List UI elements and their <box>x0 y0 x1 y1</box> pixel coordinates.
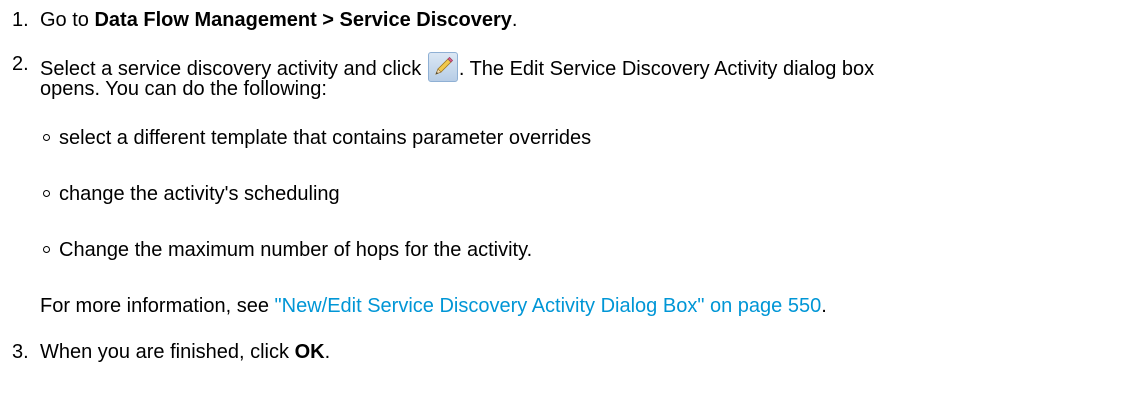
step-text: Go to Data Flow Management > Service Dis… <box>40 8 517 32</box>
option-text: Change the maximum number of hops for th… <box>59 239 533 261</box>
step-text: When you are finished, click OK. <box>40 340 330 364</box>
option-text: select a different template that contain… <box>59 127 592 149</box>
step-text-suffix: . The Edit Service Discovery Activity di… <box>458 58 875 80</box>
more-info-link[interactable]: "New/Edit Service Discovery Activity Dia… <box>275 295 822 317</box>
step-text-suffix: . <box>324 341 331 363</box>
ok-button-label: OK <box>294 341 325 363</box>
step-text-prefix: Go to <box>40 9 95 31</box>
step-number: 1. <box>12 9 29 31</box>
step-text: opens. You can do the following: <box>40 78 327 100</box>
step-text-prefix: When you are finished, click <box>40 341 295 363</box>
step-number: 2. <box>12 53 29 75</box>
bullet-circle-icon <box>43 190 50 197</box>
menu-path: Data Flow Management > Service Discovery <box>94 9 512 31</box>
more-info-prefix: For more information, see <box>40 295 275 317</box>
step-number: 3. <box>12 341 29 363</box>
bullet-circle-icon <box>43 246 50 253</box>
more-info-suffix: . <box>821 295 827 317</box>
bullet-circle-icon <box>43 134 50 141</box>
option-text: change the activity's scheduling <box>59 183 340 205</box>
more-info-text: For more information, see "New/Edit Serv… <box>40 294 827 318</box>
step-text-suffix: . <box>511 9 518 31</box>
pencil-edit-icon[interactable] <box>427 52 458 82</box>
